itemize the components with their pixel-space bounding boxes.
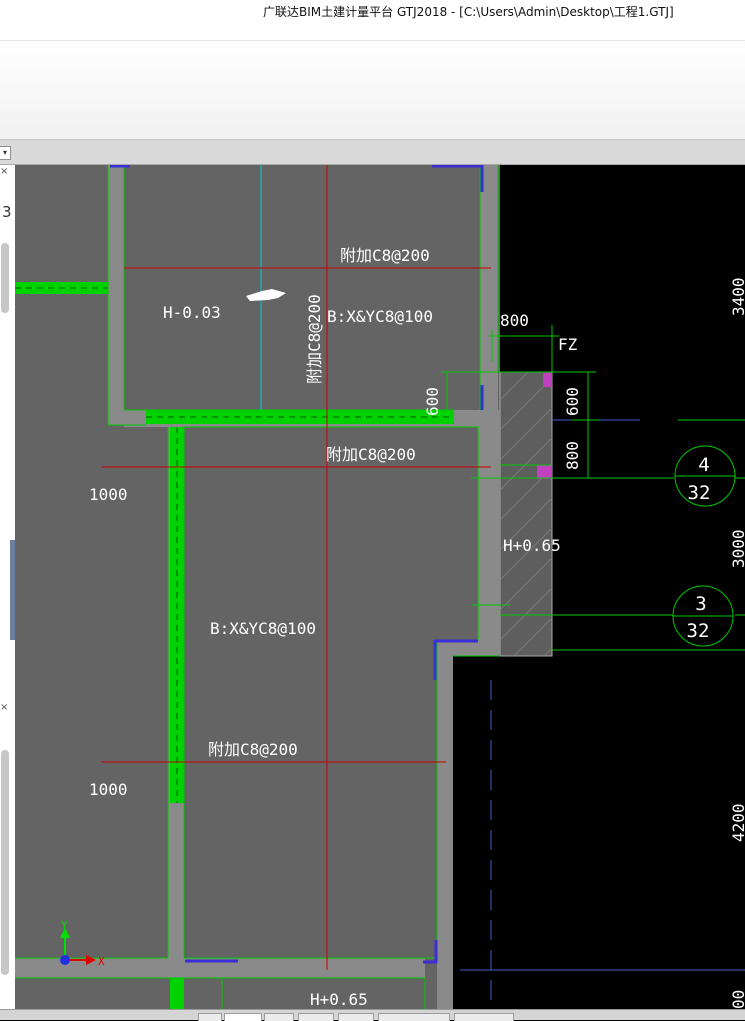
status-toggle-4[interactable] xyxy=(298,1013,334,1021)
dim-label-3400: 3400 xyxy=(729,277,745,316)
panel-scrollbar-lower[interactable] xyxy=(1,750,9,975)
status-toggle-6[interactable] xyxy=(378,1013,450,1021)
dim-label-3000: 3000 xyxy=(729,529,745,568)
panel-item-number: 3 xyxy=(2,203,12,221)
floor-dropdown-chevron-icon[interactable]: ▾ xyxy=(0,146,11,160)
slab-label-lower: B:X&YC8@100 xyxy=(210,619,316,638)
axis-label-32-lower: 32 xyxy=(687,620,710,642)
window-title: 广联达BIM土建计量平台 GTJ2018 - [C:\Users\Admin\D… xyxy=(263,5,674,19)
rebar-label-top: 附加C8@200 xyxy=(340,246,430,265)
ribbon-toolbar xyxy=(0,41,745,140)
ucs-y-label: Y xyxy=(61,919,68,932)
status-toggle-7[interactable] xyxy=(454,1013,514,1021)
slab-label-upper: B:X&YC8@100 xyxy=(327,307,433,326)
elevation-label-room: H-0.03 xyxy=(163,303,221,322)
status-toggle-2[interactable] xyxy=(224,1013,262,1021)
fz-label: FZ xyxy=(558,335,578,354)
dim-label-800-right: 800 xyxy=(563,441,582,470)
drawing-canvas[interactable]: 附加C8@200 B:X&YC8@100 H-0.03 附加C8@200 100… xyxy=(15,165,745,1009)
cad-drawing[interactable]: 附加C8@200 B:X&YC8@100 H-0.03 附加C8@200 100… xyxy=(15,165,745,1009)
dim-label-1000-lower: 1000 xyxy=(89,780,128,799)
component-side-panel: × 3 × xyxy=(0,165,16,1009)
dim-label-bottom-right: 00 xyxy=(729,990,745,1009)
panel-close-icon-lower[interactable]: × xyxy=(0,703,8,713)
panel-close-icon[interactable]: × xyxy=(0,167,8,177)
axis-label-3: 3 xyxy=(695,593,706,615)
rebar-label-low: 附加C8@200 xyxy=(208,740,298,759)
title-bar: 广联达BIM土建计量平台 GTJ2018 - [C:\Users\Admin\D… xyxy=(0,0,745,41)
dim-label-4200: 4200 xyxy=(729,803,745,842)
dim-label-800: 800 xyxy=(500,311,529,330)
dim-label-1000-upper: 1000 xyxy=(89,485,128,504)
status-bar xyxy=(0,1009,745,1021)
status-toggle-3[interactable] xyxy=(264,1013,294,1021)
view-toolstrip xyxy=(0,140,745,165)
ucs-x-label: X xyxy=(98,955,105,968)
rebar-label-vertical: 附加C8@200 xyxy=(305,294,324,384)
dim-label-600-right: 600 xyxy=(563,387,582,416)
rebar-label-mid: 附加C8@200 xyxy=(326,445,416,464)
status-toggle-1[interactable] xyxy=(198,1013,222,1021)
balcony-slab[interactable] xyxy=(499,371,553,657)
panel-scrollbar[interactable] xyxy=(1,243,9,313)
axis-label-32-upper: 32 xyxy=(688,482,711,504)
axis-label-4: 4 xyxy=(698,454,709,476)
elevation-label-bottom: H+0.65 xyxy=(310,990,368,1009)
dim-label-600-vertical: 600 xyxy=(423,387,442,416)
elevation-label-balcony: H+0.65 xyxy=(503,536,561,555)
status-toggle-5[interactable] xyxy=(338,1013,374,1021)
